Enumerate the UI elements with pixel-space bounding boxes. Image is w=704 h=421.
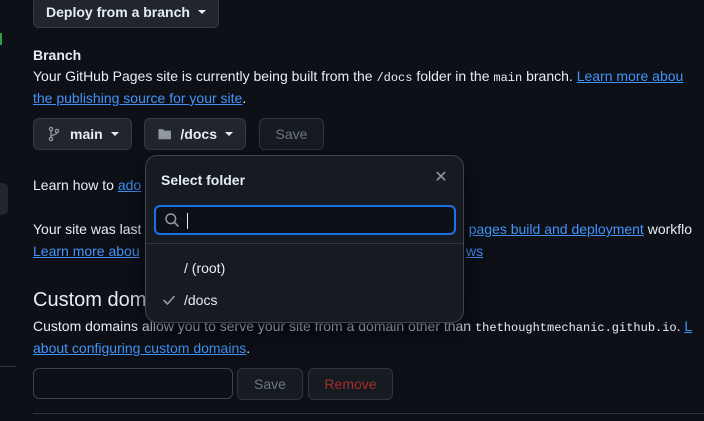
last-built-line2: Learn more abou xyxy=(33,243,140,259)
branch-save-button[interactable]: Save xyxy=(259,118,324,150)
last-built-line2-right: ws xyxy=(466,243,483,259)
custom-domain-input[interactable] xyxy=(33,368,233,399)
branch-select-button[interactable]: main xyxy=(33,118,132,150)
select-folder-popover: Select folder ✕ / (root) /docs xyxy=(145,155,464,323)
custom-domain-remove-label: Remove xyxy=(324,376,377,392)
custom-domain-save-button[interactable]: Save xyxy=(237,368,303,400)
publishing-source-link[interactable]: the publishing source for your site xyxy=(33,90,242,106)
chevron-down-icon xyxy=(110,132,119,136)
deploy-source-dropdown[interactable]: Deploy from a branch xyxy=(33,0,219,28)
folder-code: /docs xyxy=(376,71,413,85)
custom-domain-save-label: Save xyxy=(254,376,286,392)
popover-divider xyxy=(146,243,463,244)
chevron-down-icon xyxy=(197,10,206,14)
check-icon xyxy=(163,295,175,305)
folder-select-label: /docs xyxy=(180,126,217,142)
branch-code: main xyxy=(493,71,523,85)
custom-domain-remove-button[interactable]: Remove xyxy=(308,368,393,400)
left-rail-selected-item xyxy=(0,183,8,215)
popover-title: Select folder xyxy=(161,172,246,188)
git-branch-icon xyxy=(48,126,60,142)
folder-option-docs[interactable]: /docs xyxy=(184,292,217,308)
branch-description: Your GitHub Pages site is currently bein… xyxy=(33,68,684,85)
left-rail-divider xyxy=(0,366,16,367)
custom-domain-description-line2: about configuring custom domains. xyxy=(33,340,251,356)
branch-heading: Branch xyxy=(33,47,82,63)
custom-domain-learn-more-link[interactable]: L xyxy=(684,318,692,334)
folder-icon xyxy=(158,129,171,140)
text-cursor xyxy=(187,213,188,229)
last-built-text-right: e pages build and deployment workflo xyxy=(457,221,693,237)
folder-search-input[interactable] xyxy=(154,205,456,235)
learn-how-text: Learn how to ado xyxy=(33,177,142,193)
chevron-down-icon xyxy=(225,132,233,136)
close-icon[interactable]: ✕ xyxy=(433,170,449,186)
last-built-text: Your site was last xyxy=(33,221,142,237)
configuring-custom-domains-link[interactable]: about configuring custom domains xyxy=(33,340,246,356)
learn-how-link[interactable]: ado xyxy=(118,177,141,193)
deploy-source-label: Deploy from a branch xyxy=(46,4,190,20)
branch-select-label: main xyxy=(70,126,103,142)
folder-select-button[interactable]: /docs xyxy=(144,118,246,150)
workflows-link[interactable]: ws xyxy=(466,243,483,259)
pages-build-deployment-link[interactable]: pages build and deployment xyxy=(469,221,644,237)
search-icon xyxy=(165,213,179,227)
branch-save-label: Save xyxy=(275,126,308,142)
domain-code: thethoughtmechanic.github.io xyxy=(474,321,677,335)
folder-option-root[interactable]: / (root) xyxy=(184,260,225,276)
left-rail-indicator xyxy=(0,33,2,45)
learn-more-workflows-link[interactable]: Learn more abou xyxy=(33,243,140,259)
learn-more-publishing-link[interactable]: Learn more abou xyxy=(577,68,684,84)
branch-description-line2: the publishing source for your site. xyxy=(33,90,247,106)
custom-domain-heading: Custom dom xyxy=(33,289,147,311)
section-divider xyxy=(33,413,704,414)
